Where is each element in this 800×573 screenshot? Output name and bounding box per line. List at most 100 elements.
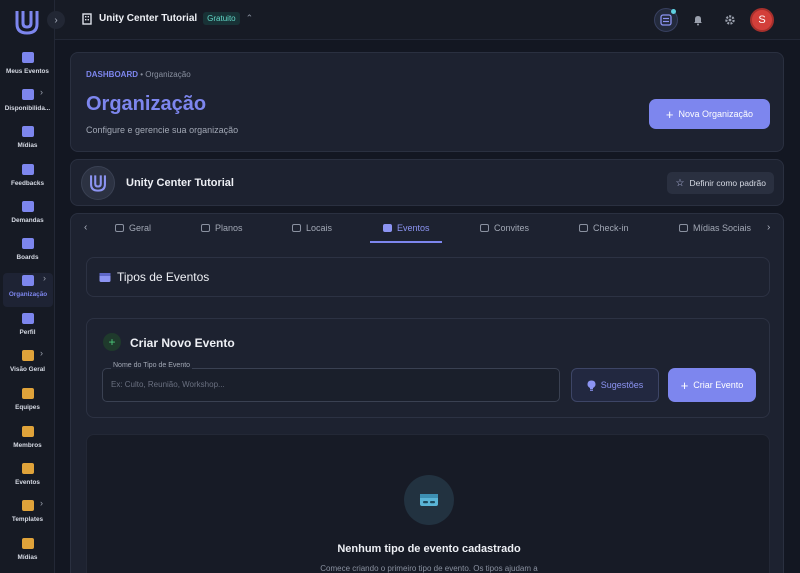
sidebar-item-meus-eventos[interactable]: Meus Eventos [0, 50, 55, 84]
tab-check-in[interactable]: Check-in [579, 223, 629, 233]
event-types-header: Tipos de Eventos [86, 257, 770, 297]
plus-icon: + [103, 333, 121, 351]
organization-settings-panel: ‹ Geral Planos Locais Eventos Convites Check-… [70, 213, 784, 573]
breadcrumb-separator: • [140, 70, 144, 79]
document-icon [201, 224, 210, 232]
ticket-icon [383, 224, 392, 232]
chevron-updown-icon: ⌃ [245, 13, 254, 23]
user-avatar[interactable]: S [750, 8, 774, 32]
sidebar-item-disponibilida[interactable]: Disponibilida... › [0, 87, 55, 121]
new-organization-button[interactable]: + Nova Organização [649, 99, 770, 129]
sidebar-item-perfil[interactable]: Perfil [0, 311, 55, 345]
sidebar-item-label: Demandas [11, 217, 44, 224]
chart-icon [21, 350, 34, 361]
tab-label: Planos [215, 223, 243, 233]
set-default-button[interactable]: ☆ Definir como padrão [667, 172, 774, 194]
sidebar-item-label: Organização [8, 291, 48, 298]
tab-label: Geral [129, 223, 152, 233]
sidebar-item-label: Templates [11, 516, 44, 523]
create-event-title: Criar Novo Evento [130, 336, 235, 350]
tab-eventos[interactable]: Eventos [383, 223, 430, 233]
ticket-icon [404, 475, 454, 525]
sidebar-item-label: Feedbacks [10, 180, 45, 187]
tab-label: Mídias Sociais [693, 223, 752, 233]
sidebar-item-m-dias[interactable]: Mídias [0, 124, 55, 158]
qr-icon [579, 224, 588, 232]
chevron-right-icon[interactable]: › [40, 498, 43, 508]
sidebar-item-label: Visão Geral [9, 366, 46, 373]
inbox-icon [21, 201, 34, 212]
suggestions-button[interactable]: Sugestões [571, 368, 659, 402]
ticket-icon [99, 273, 111, 282]
sidebar-item-feedbacks[interactable]: Feedbacks [0, 162, 55, 196]
tab-m-dias-sociais[interactable]: Mídias Sociais [679, 223, 751, 233]
sidebar-item-eventos[interactable]: Eventos [0, 461, 55, 495]
sidebar-item-label: Perfil [19, 329, 36, 336]
tab-label: Convites [494, 223, 530, 233]
plus-icon: + [680, 377, 689, 393]
media-icon [21, 538, 34, 549]
template-icon [21, 500, 34, 511]
chevron-right-icon[interactable]: › [40, 348, 43, 358]
sidebar-item-equipes[interactable]: Equipes [0, 386, 55, 420]
settings-button[interactable] [718, 8, 742, 32]
sidebar-item-label: Disponibilida... [4, 105, 51, 112]
empty-state: Nenhum tipo de evento cadastrado Comece … [86, 434, 770, 573]
tasks-button[interactable] [654, 8, 678, 32]
tabs-next-arrow-icon[interactable]: › [767, 222, 770, 233]
org-switcher[interactable]: Unity Center Tutorial Gratuito ⌃ [81, 12, 253, 25]
sidebar-item-label: Boards [16, 254, 39, 261]
tab-planos[interactable]: Planos [201, 223, 243, 233]
app-logo[interactable] [14, 8, 40, 36]
suggestions-label: Sugestões [600, 380, 644, 390]
tabs-prev-arrow-icon[interactable]: ‹ [84, 222, 87, 233]
bell-icon [694, 16, 702, 26]
empty-state-description: Comece criando o primeiro tipo de evento… [320, 564, 538, 573]
team-icon [21, 388, 34, 399]
tab-convites[interactable]: Convites [480, 223, 529, 233]
sidebar-item-templates[interactable]: Templates › [0, 498, 55, 532]
calendar-icon [21, 89, 34, 100]
calendar-icon [21, 463, 34, 474]
media-icon [21, 126, 34, 137]
event-type-name-input[interactable] [111, 380, 541, 389]
empty-state-title: Nenhum tipo de evento cadastrado [337, 543, 521, 555]
page-title: Organização [86, 93, 207, 115]
sidebar-item-demandas[interactable]: Demandas [0, 199, 55, 233]
chevron-right-icon[interactable]: › [43, 273, 46, 283]
plus-icon: + [665, 106, 674, 122]
notifications-button[interactable] [686, 8, 710, 32]
sidebar-item-boards[interactable]: Boards [0, 236, 55, 270]
new-organization-label: Nova Organização [678, 109, 754, 119]
set-default-label: Definir como padrão [689, 178, 766, 188]
sidebar-item-m-dias[interactable]: Mídias [0, 536, 55, 570]
top-bar: › Unity Center Tutorial Gratuito ⌃ S [47, 0, 800, 40]
sidebar-item-organiza-o[interactable]: Organização › [3, 273, 53, 307]
user-icon [21, 313, 34, 324]
sidebar-toggle-button[interactable]: › [47, 11, 65, 29]
sidebar: Meus Eventos Disponibilida... › Mídias Feedb… [0, 0, 55, 573]
share-icon [679, 224, 688, 232]
organization-card: Unity Center Tutorial ☆ Definir como pad… [70, 159, 784, 206]
id-card-icon [115, 224, 124, 232]
org-name: Unity Center Tutorial [99, 13, 198, 24]
lightbulb-icon [587, 380, 596, 391]
sidebar-item-label: Mídias [17, 554, 38, 561]
tab-geral[interactable]: Geral [115, 223, 151, 233]
sidebar-item-label: Equipes [15, 404, 40, 411]
organization-logo [81, 166, 115, 200]
star-icon: ☆ [675, 177, 685, 189]
page-subtitle: Configure e gerencie sua organização [86, 125, 239, 135]
sidebar-item-vis-o-geral[interactable]: Visão Geral › [0, 348, 55, 382]
plan-badge: Gratuito [203, 12, 240, 25]
tab-bar: ‹ Geral Planos Locais Eventos Convites Check-… [71, 214, 785, 243]
calendar-icon [21, 52, 34, 63]
breadcrumb-root[interactable]: DASHBOARD [86, 70, 138, 79]
gear-icon [725, 15, 735, 25]
sidebar-item-membros[interactable]: Membros [0, 424, 55, 458]
chevron-right-icon[interactable]: › [40, 87, 43, 97]
chat-icon [21, 164, 34, 175]
create-event-button[interactable]: + Criar Evento [668, 368, 756, 402]
tab-locais[interactable]: Locais [292, 223, 332, 233]
sidebar-item-label: Meus Eventos [6, 68, 49, 75]
